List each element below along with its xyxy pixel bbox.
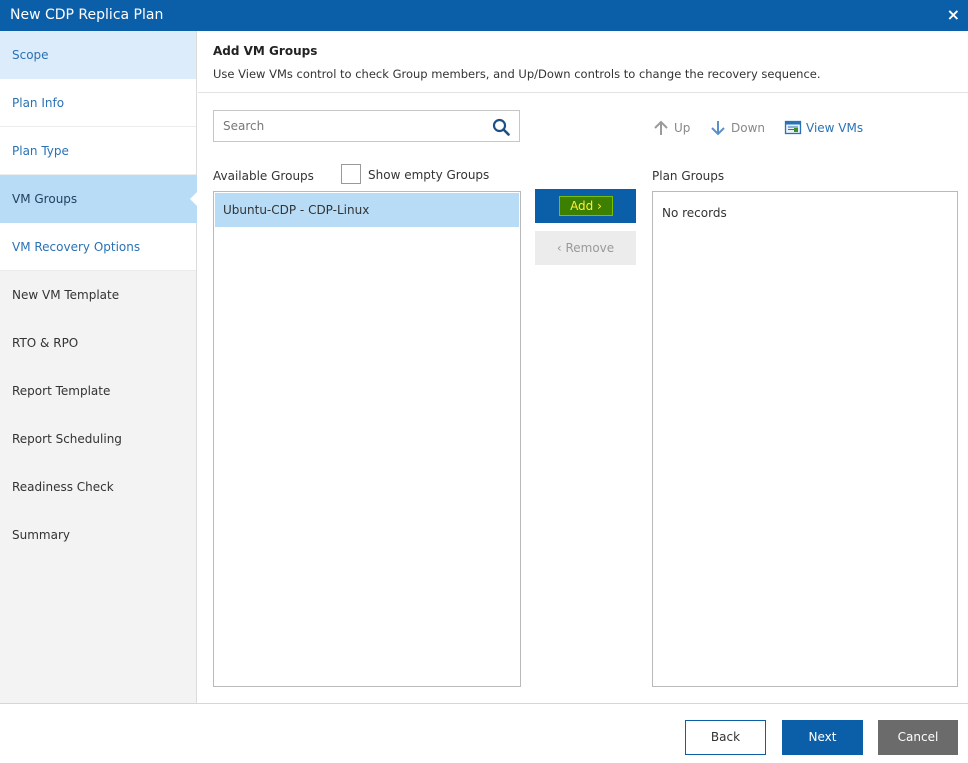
back-button[interactable]: Back — [685, 720, 766, 755]
available-groups-list[interactable]: Ubuntu-CDP - CDP-Linux — [213, 191, 521, 687]
step-readiness-check[interactable]: Readiness Check — [0, 463, 196, 511]
plan-groups-label: Plan Groups — [652, 169, 725, 183]
no-records-text: No records — [662, 206, 727, 220]
step-vm-groups[interactable]: VM Groups — [0, 175, 198, 223]
list-item[interactable]: Ubuntu-CDP - CDP-Linux — [215, 193, 519, 227]
step-vm-recovery-options[interactable]: VM Recovery Options — [0, 223, 196, 271]
step-summary[interactable]: Summary — [0, 511, 196, 559]
remove-label: Remove — [565, 241, 615, 255]
available-groups-label: Available Groups — [213, 169, 314, 183]
plan-groups-list[interactable]: No records — [652, 191, 958, 687]
step-content: Add VM Groups Use View VMs control to ch… — [198, 31, 968, 703]
add-button-label-box: Add › — [559, 196, 613, 216]
wizard-steps-sidebar: Scope Plan Info Plan Type VM Groups VM R… — [0, 31, 198, 703]
add-label: Add — [570, 199, 594, 213]
step-plan-type[interactable]: Plan Type — [0, 127, 196, 175]
window-title: New CDP Replica Plan — [10, 7, 164, 23]
search-input[interactable] — [214, 111, 484, 141]
wizard-footer: Back Next Cancel — [0, 703, 968, 763]
step-report-scheduling[interactable]: Report Scheduling — [0, 415, 196, 463]
close-icon[interactable]: × — [947, 6, 960, 24]
arrow-down-icon — [711, 121, 725, 136]
up-label: Up — [674, 121, 691, 135]
cancel-button[interactable]: Cancel — [878, 720, 958, 755]
step-description: Use View VMs control to check Group memb… — [213, 67, 821, 81]
chevron-right-icon: › — [597, 199, 602, 213]
step-scope[interactable]: Scope — [0, 31, 196, 79]
step-rto-rpo[interactable]: RTO & RPO — [0, 319, 196, 367]
down-label: Down — [731, 121, 766, 135]
step-new-vm-template[interactable]: New VM Template — [0, 271, 196, 319]
step-plan-info[interactable]: Plan Info — [0, 79, 196, 127]
show-empty-groups-label[interactable]: Show empty Groups — [368, 168, 489, 182]
title-bar: New CDP Replica Plan × — [0, 0, 968, 31]
arrow-up-icon — [654, 120, 668, 135]
chevron-left-icon: ‹ — [556, 241, 562, 255]
search-icon[interactable] — [491, 117, 511, 137]
step-title: Add VM Groups — [213, 44, 318, 58]
add-button[interactable]: Add › — [535, 189, 636, 223]
remove-button[interactable]: ‹ Remove — [535, 231, 636, 265]
show-empty-groups-checkbox[interactable] — [341, 164, 361, 184]
step-report-template[interactable]: Report Template — [0, 367, 196, 415]
step-header: Add VM Groups Use View VMs control to ch… — [198, 31, 968, 93]
next-button[interactable]: Next — [782, 720, 863, 755]
view-vms-label: View VMs — [806, 121, 864, 135]
search-box — [213, 110, 520, 142]
view-vms-icon — [784, 120, 802, 135]
